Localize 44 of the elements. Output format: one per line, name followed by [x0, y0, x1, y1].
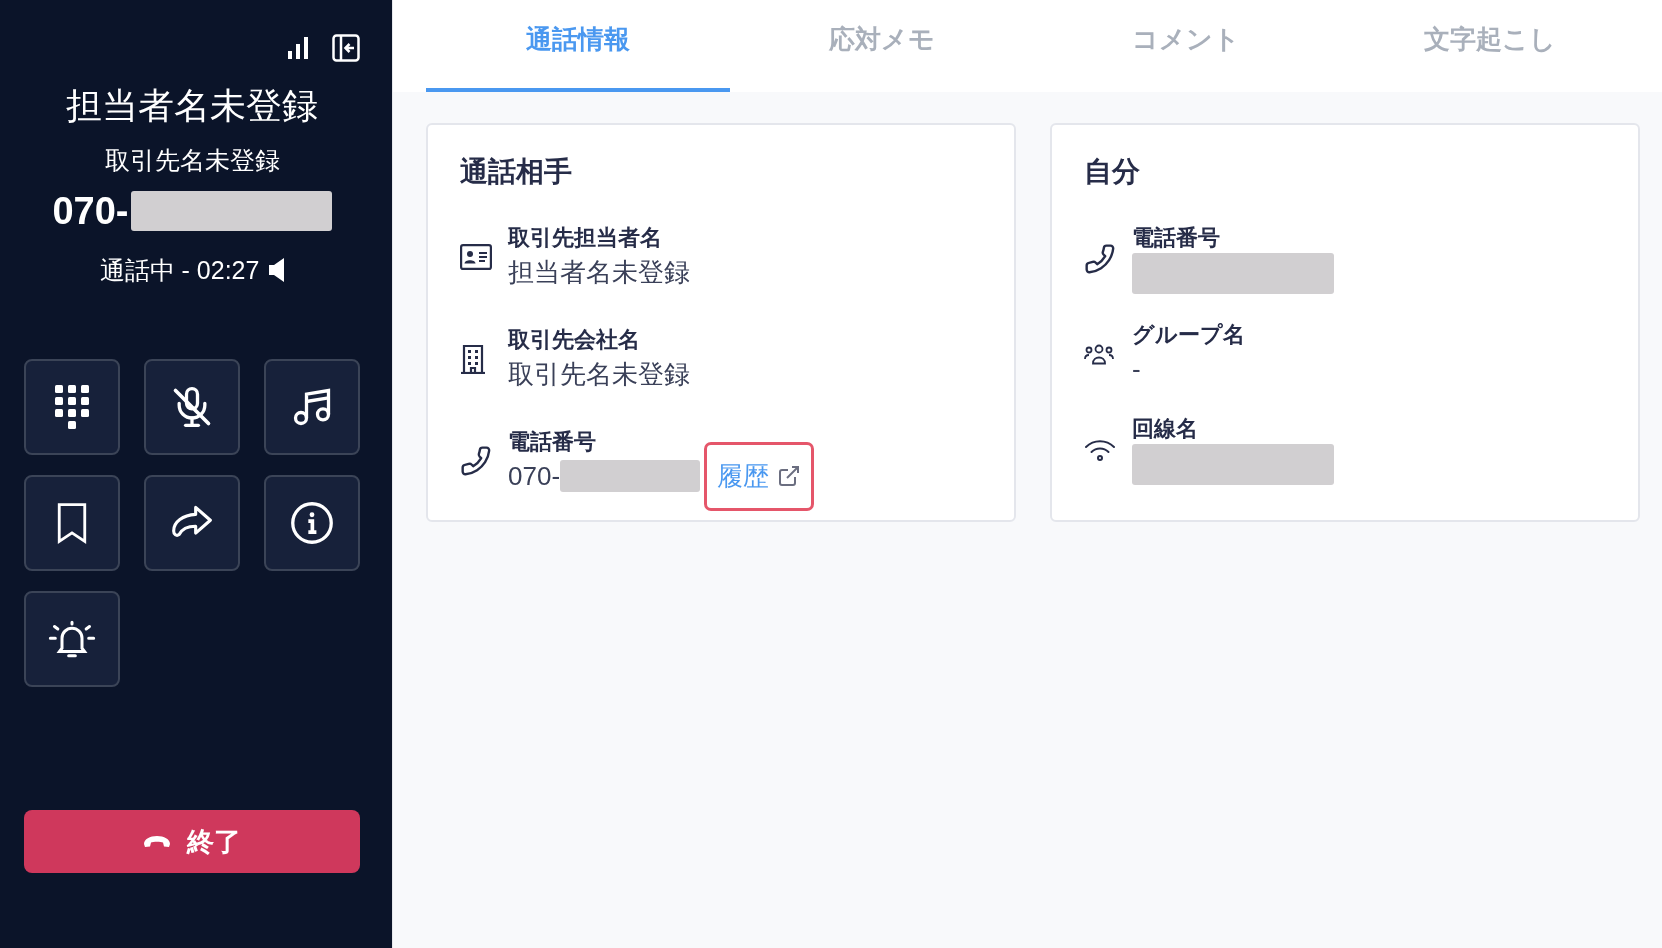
field-value: - [1132, 353, 1141, 386]
tab[interactable]: コメント [1034, 0, 1338, 92]
phone-icon [460, 445, 492, 477]
tab[interactable]: 文字起こし [1338, 0, 1642, 92]
field-value: 070- [508, 460, 561, 493]
tab[interactable]: 応対メモ [730, 0, 1034, 92]
field-label: 電話番号 [1132, 224, 1221, 252]
contact-name: 担当者名未登録 [65, 84, 319, 128]
bookmark-button[interactable] [24, 475, 120, 571]
call-status: 通話中 - 02:27 [99, 255, 260, 286]
tab[interactable]: 通話情報 [426, 0, 730, 92]
hang-up-icon [143, 835, 171, 848]
music-note-button[interactable] [264, 359, 360, 455]
alert-bell-button[interactable] [24, 591, 120, 687]
history-link[interactable]: 履歴 [704, 441, 815, 511]
end-call-button[interactable]: 終了 [24, 810, 360, 873]
dialpad-button[interactable] [24, 359, 120, 455]
field-value: 担当者名未登録 [508, 256, 690, 289]
group-icon [1084, 343, 1114, 365]
field-value: 取引先名未登録 [508, 358, 690, 391]
mic-off-button[interactable] [144, 359, 240, 455]
wifi-icon [1084, 437, 1116, 462]
phone-number: 070- [52, 190, 129, 232]
field-label: 回線名 [1132, 415, 1199, 443]
external-link-icon [777, 464, 802, 488]
field-label: 取引先会社名 [508, 326, 641, 354]
info-button[interactable] [264, 475, 360, 571]
dialpad-icon [55, 385, 89, 429]
field-label: 電話番号 [508, 428, 597, 456]
bookmark-icon [55, 501, 89, 545]
contact-card-icon [460, 244, 492, 270]
company-name: 取引先名未登録 [103, 145, 281, 176]
phone-icon [1084, 242, 1116, 275]
card-title: 通話相手 [460, 155, 573, 189]
field-label: グループ名 [1132, 321, 1245, 349]
card-title: 自分 [1084, 155, 1141, 189]
speaker-icon [269, 258, 285, 282]
building-icon [460, 344, 486, 374]
signal-icon [288, 37, 308, 59]
alert-bell-icon [47, 618, 97, 660]
panel-collapse-icon[interactable] [332, 34, 360, 62]
field-label: 取引先担当者名 [508, 224, 663, 252]
forward-button[interactable] [144, 475, 240, 571]
info-icon [290, 501, 334, 545]
